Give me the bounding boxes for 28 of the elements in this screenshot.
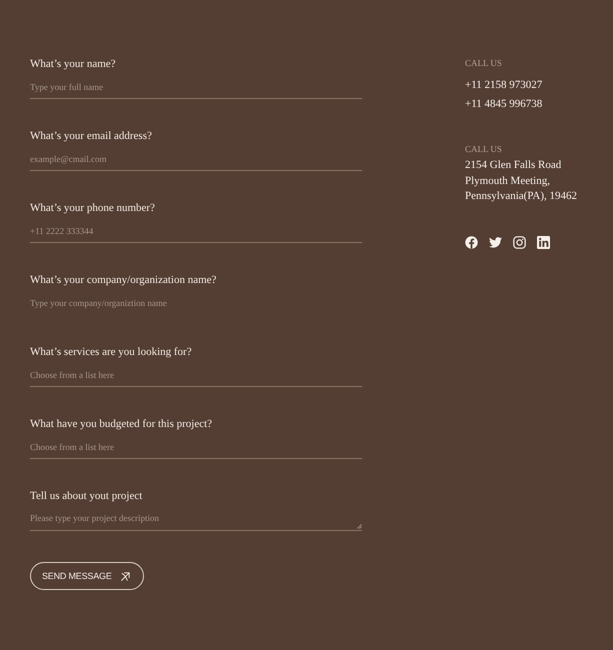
text-input[interactable]: +11 2222 333344 [30, 223, 362, 243]
textarea-field[interactable]: Please type your project description [30, 511, 362, 531]
text-input[interactable]: Type your full name [30, 79, 362, 99]
field-label: What’s your name? [30, 57, 117, 71]
select-input[interactable]: Choose from a list here [30, 439, 362, 459]
field-label: What’s your phone number? [30, 201, 156, 215]
instagram-icon[interactable] [513, 236, 526, 248]
field-label: What’s your company/organization name? [30, 273, 218, 287]
field-label: What have you budgeted for this project? [30, 417, 214, 431]
field-label: What’s your email address? [30, 129, 153, 143]
address-line: Plymouth Meeting, [465, 174, 551, 188]
resize-grip-icon[interactable] [357, 524, 362, 529]
linkedin-icon[interactable] [537, 236, 550, 248]
twitter-icon[interactable] [489, 236, 502, 248]
address-line: 2154 Glen Falls Road [465, 158, 562, 173]
text-input[interactable]: Type your company/organiztion name [30, 295, 362, 315]
section-heading: CALL US [465, 57, 503, 69]
section-heading: CALL US [465, 143, 503, 155]
send-message-button[interactable]: SEND MESSAGE [30, 562, 144, 590]
field-label: Tell us about yout project [30, 489, 144, 503]
field-label: What’s services are you looking for? [30, 345, 193, 359]
phone-number: +11 4845 996738 [465, 97, 544, 112]
facebook-icon[interactable] [465, 236, 478, 248]
select-input[interactable]: Choose from a list here [30, 367, 362, 387]
phone-number: +11 2158 973027 [465, 78, 544, 93]
address-line: Pennsylvania(PA), 19462 [465, 189, 578, 204]
text-input[interactable]: example@cmail.com [30, 151, 362, 171]
arrow-up-right-icon [120, 570, 131, 582]
